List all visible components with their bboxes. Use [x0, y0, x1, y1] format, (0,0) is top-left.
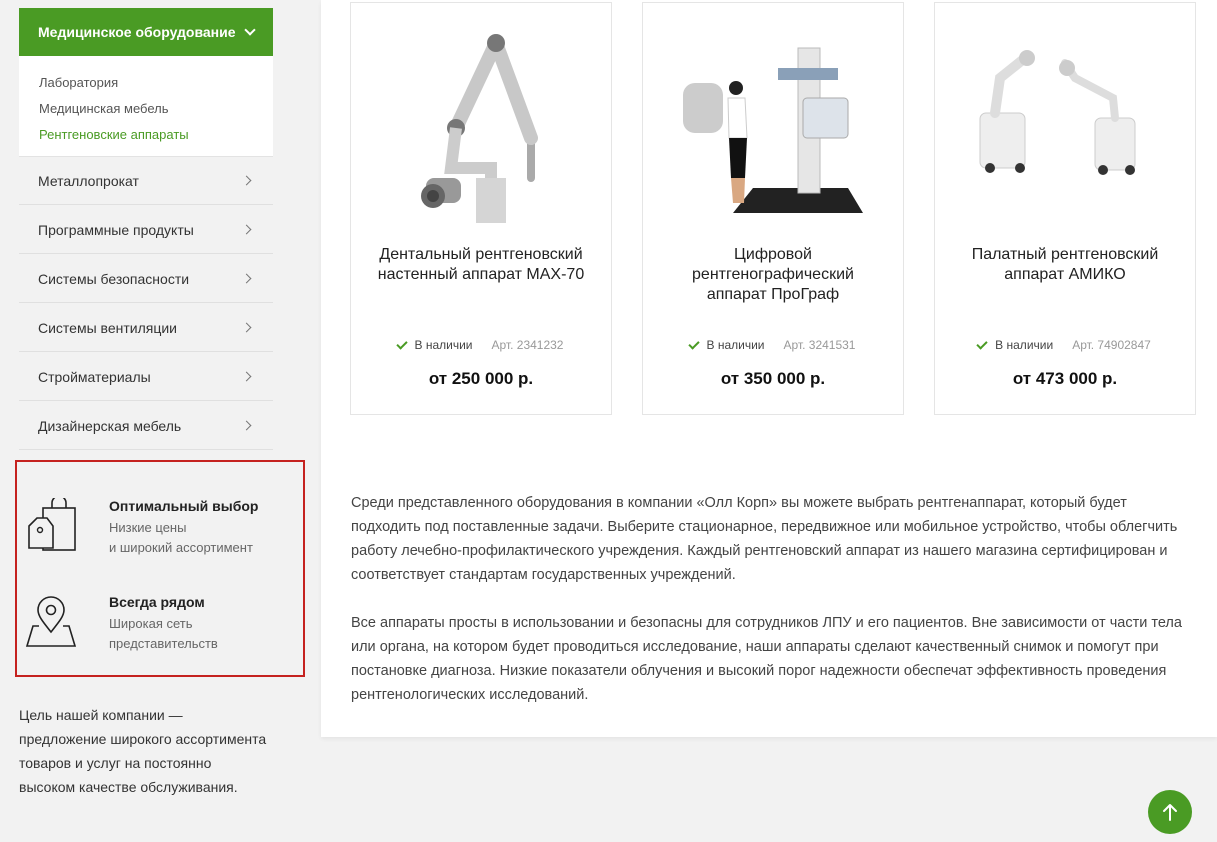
main-content: Дентальный рентгеновский настенный аппар… [321, 0, 1217, 737]
scroll-to-top-button[interactable] [1148, 790, 1192, 834]
product-image[interactable] [673, 28, 873, 228]
feature-desc-line: Широкая сеть [109, 616, 193, 631]
menu-item-label: Стройматериалы [38, 368, 151, 385]
category-description: Среди представленного оборудования в ком… [351, 491, 1191, 707]
product-card[interactable]: Палатный рентгеновский аппарат АМИКО В н… [934, 2, 1196, 415]
product-meta: В наличии Арт. 74902847 [935, 337, 1195, 352]
subcategory-laboratory[interactable]: Лаборатория [39, 70, 253, 96]
catalog-sidebar: Медицинское оборудование Лаборатория Мед… [19, 8, 273, 450]
check-icon [395, 337, 408, 350]
arrow-up-icon [1163, 804, 1177, 821]
chevron-right-icon [241, 224, 252, 235]
map-pin-icon [25, 596, 77, 647]
stock-status: В наличии [995, 338, 1054, 352]
check-icon [976, 337, 988, 350]
description-paragraph: Среди представленного оборудования в ком… [351, 495, 1178, 583]
product-image[interactable] [965, 28, 1165, 228]
article-number: Арт. 3241531 [783, 338, 856, 352]
article-number: Арт. 74902847 [1072, 338, 1151, 352]
menu-item-software[interactable]: Программные продукты [19, 205, 273, 254]
chevron-right-icon [241, 322, 252, 333]
stock-status: В наличии [414, 338, 473, 352]
description-paragraph: Все аппараты просты в использовании и бе… [351, 615, 1182, 703]
feature-desc-line: Низкие цены [109, 520, 187, 535]
chevron-right-icon [241, 420, 252, 431]
product-price: от 250 000 р. [428, 369, 534, 388]
feature-title: Оптимальный выбор [109, 498, 259, 514]
chevron-right-icon [241, 273, 252, 284]
product-card[interactable]: Дентальный рентгеновский настенный аппар… [350, 2, 612, 415]
product-image[interactable] [381, 28, 581, 228]
product-card[interactable]: Цифровой рентгенографический аппарат Про… [642, 2, 904, 415]
product-price: от 350 000 р. [720, 369, 826, 388]
category-menu: Металлопрокат Программные продукты Систе… [19, 156, 273, 450]
menu-item-ventilation[interactable]: Системы вентиляции [19, 303, 273, 352]
feature-desc-line: представительств [109, 636, 218, 651]
stock-status: В наличии [706, 338, 765, 352]
product-name[interactable]: Палатный рентгеновский аппарат АМИКО [955, 245, 1175, 285]
product-meta: В наличии Арт. 2341232 [351, 337, 611, 352]
company-goal-text: Цель нашей компании — предложение широко… [19, 707, 267, 795]
menu-item-metal[interactable]: Металлопрокат [19, 156, 273, 205]
menu-item-label: Системы вентиляции [38, 319, 177, 336]
category-label: Медицинское оборудование [38, 24, 236, 40]
menu-item-label: Металлопрокат [38, 172, 139, 189]
menu-item-label: Программные продукты [38, 221, 194, 238]
chevron-right-icon [241, 175, 252, 186]
feature-desc-line: и широкий ассортимент [109, 540, 253, 555]
subcategory-list: Лаборатория Медицинская мебель Рентгенов… [19, 56, 273, 156]
feature-description: Низкие цены и широкий ассортимент [109, 518, 289, 558]
advantages-block: Оптимальный выбор Низкие цены и широкий … [15, 460, 305, 677]
chevron-down-icon [244, 24, 256, 36]
category-medical-equipment[interactable]: Медицинское оборудование [19, 8, 273, 56]
subcategory-xray[interactable]: Рентгеновские аппараты [39, 122, 253, 148]
feature-description: Широкая сеть представительств [109, 614, 289, 654]
menu-item-label: Системы безопасности [38, 270, 190, 287]
product-name[interactable]: Цифровой рентгенографический аппарат Про… [663, 245, 883, 305]
product-price: от 473 000 р. [1012, 369, 1118, 388]
menu-item-security[interactable]: Системы безопасности [19, 254, 273, 303]
chevron-right-icon [241, 371, 252, 382]
product-name[interactable]: Дентальный рентгеновский настенный аппар… [371, 245, 591, 285]
menu-item-designer-furniture[interactable]: Дизайнерская мебель [19, 401, 273, 450]
feature-title: Всегда рядом [109, 594, 205, 610]
check-icon [687, 337, 700, 350]
subcategory-medical-furniture[interactable]: Медицинская мебель [39, 96, 253, 122]
shopping-bags-icon [28, 498, 76, 551]
menu-item-label: Дизайнерская мебель [38, 417, 182, 434]
product-meta: В наличии Арт. 3241531 [643, 337, 903, 352]
article-number: Арт. 2341232 [491, 338, 564, 352]
menu-item-building[interactable]: Стройматериалы [19, 352, 273, 401]
